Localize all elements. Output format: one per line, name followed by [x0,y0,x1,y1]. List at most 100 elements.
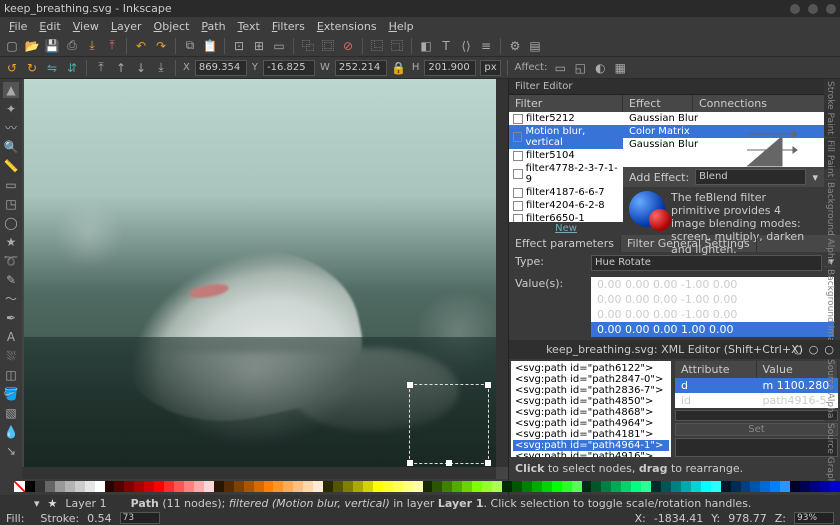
connector-tool-icon[interactable]: ↘ [3,443,19,459]
unlink-icon[interactable]: ⊘ [340,38,356,54]
swatch[interactable] [254,481,264,492]
bezier-tool-icon[interactable]: 〜 [3,291,19,307]
connections-graph[interactable] [742,126,822,181]
xml-node[interactable]: <svg:path id="path2847-0"> [513,374,669,385]
w-input[interactable]: 252.214 [335,60,387,76]
swatch[interactable] [124,481,134,492]
swatch[interactable] [323,481,333,492]
swatch[interactable] [462,481,472,492]
rotate-ccw-icon[interactable]: ↺ [4,60,20,76]
swatch[interactable] [234,481,244,492]
import-icon[interactable]: ⤓ [84,38,100,54]
print-icon[interactable]: ⎙ [64,38,80,54]
export-icon[interactable]: ⤒ [104,38,120,54]
lock-icon[interactable]: 🔒 [391,60,407,76]
canvas[interactable] [22,79,508,479]
swatch[interactable] [721,481,731,492]
filter-item[interactable]: filter4187-6-6-7 [509,186,623,199]
ungroup-icon[interactable]: ⿹ [389,38,405,54]
swatch[interactable] [482,481,492,492]
swatch[interactable] [313,481,323,492]
values-matrix[interactable]: 0.00 0.00 0.00 -1.00 0.000.00 0.00 0.00 … [591,277,834,337]
swatch[interactable] [144,481,154,492]
swatch[interactable] [691,481,701,492]
align-icon[interactable]: ≡ [478,38,494,54]
new-icon[interactable]: ▢ [4,38,20,54]
group-icon[interactable]: ⿺ [369,38,385,54]
swatch[interactable] [552,481,562,492]
text-tool-icon[interactable]: A [3,329,19,345]
menu-extensions[interactable]: Extensions [312,19,382,34]
swatch[interactable] [134,481,144,492]
toolbox[interactable]: ▲ ✦ 〰 🔍 📏 ▭ ◳ ◯ ★ ➰ ✎ 〜 ✒ A ⛆ ◫ 🪣 ▧ 💧 ↘ [0,79,22,525]
opacity-input[interactable]: 73 [120,512,160,524]
type-select[interactable]: Hue Rotate [591,255,822,271]
swatch[interactable] [671,481,681,492]
ellipse-tool-icon[interactable]: ◯ [3,215,19,231]
xml-tree[interactable]: <svg:path id="path6122"><svg:path id="pa… [511,361,671,457]
swatch[interactable] [184,481,194,492]
swatch[interactable] [770,481,780,492]
star-tool-icon[interactable]: ★ [3,234,19,250]
zoom-page-icon[interactable]: ▭ [271,38,287,54]
swatch[interactable] [403,481,413,492]
attr-row[interactable]: dm 1100.280 [675,378,838,393]
filter-item[interactable]: filter5212 [509,112,623,125]
swatch[interactable] [512,481,522,492]
matrix-row[interactable]: 0.00 0.00 0.00 -1.00 0.00 [591,277,834,292]
swatch[interactable] [432,481,442,492]
swatch[interactable] [204,481,214,492]
filter-item[interactable]: filter4778-2-3-7-1-9 [509,162,623,186]
swatch[interactable] [174,481,184,492]
menu-filters[interactable]: Filters [267,19,310,34]
xml-icon[interactable]: ⟨⟩ [458,38,474,54]
swatch[interactable] [95,481,105,492]
swatch[interactable] [393,481,403,492]
swatch[interactable] [582,481,592,492]
swatch[interactable] [194,481,204,492]
filter-list[interactable]: filter5212Motion blur, verticalfilter510… [509,112,623,222]
menu-layer[interactable]: Layer [106,19,147,34]
xml-node[interactable]: <svg:path id="path2836-7"> [513,385,669,396]
3dbox-tool-icon[interactable]: ◳ [3,196,19,212]
canvas-hscroll[interactable] [22,467,496,479]
canvas-vscroll[interactable] [496,79,508,467]
redo-icon[interactable]: ↷ [153,38,169,54]
dock-tab[interactable]: Source Alpha [824,357,836,421]
effect-item[interactable]: Gaussian Blur [623,112,824,125]
swatch[interactable] [542,481,552,492]
swatch[interactable] [164,481,174,492]
gradient-tool-icon[interactable]: ▧ [3,405,19,421]
attr-value-input[interactable] [675,438,838,457]
fill-tool-icon[interactable]: 🪣 [3,386,19,402]
tab-general-settings[interactable]: Filter General Settings [621,235,757,252]
swatch[interactable] [810,481,820,492]
swatch[interactable] [373,481,383,492]
paste-icon[interactable]: 📋 [202,38,218,54]
swatch[interactable] [343,481,353,492]
tweak-tool-icon[interactable]: 〰 [3,120,19,136]
no-color-swatch[interactable] [14,481,25,492]
duplicate-icon[interactable]: ⿻ [300,38,316,54]
attr-name-input[interactable] [675,410,838,421]
xml-node[interactable]: <svg:path id="path4850"> [513,396,669,407]
maximize-icon[interactable] [808,4,818,14]
swatch[interactable] [264,481,274,492]
attr-list[interactable]: dm 1100.280idpath4916-5 [675,378,838,408]
swatch[interactable] [572,481,582,492]
xml-node[interactable]: <svg:path id="path4964"> [513,418,669,429]
tool-controls-bar[interactable]: ↺ ↻ ⇋ ⇵ ⤒ ↑ ↓ ⤓ X 869.354 Y -16.825 W 25… [0,57,840,79]
affect-gradient-icon[interactable]: ◐ [592,60,608,76]
swatch[interactable] [492,481,502,492]
swatch[interactable] [562,481,572,492]
swatch[interactable] [85,481,95,492]
menubar[interactable]: FileEditViewLayerObjectPathTextFiltersEx… [0,17,840,35]
swatch[interactable] [522,481,532,492]
rect-tool-icon[interactable]: ▭ [3,177,19,193]
zoom-draw-icon[interactable]: ⊞ [251,38,267,54]
swatch[interactable] [820,481,830,492]
node-tool-icon[interactable]: ✦ [3,101,19,117]
swatch[interactable] [750,481,760,492]
selection-box[interactable] [409,384,489,464]
swatch[interactable] [780,481,790,492]
